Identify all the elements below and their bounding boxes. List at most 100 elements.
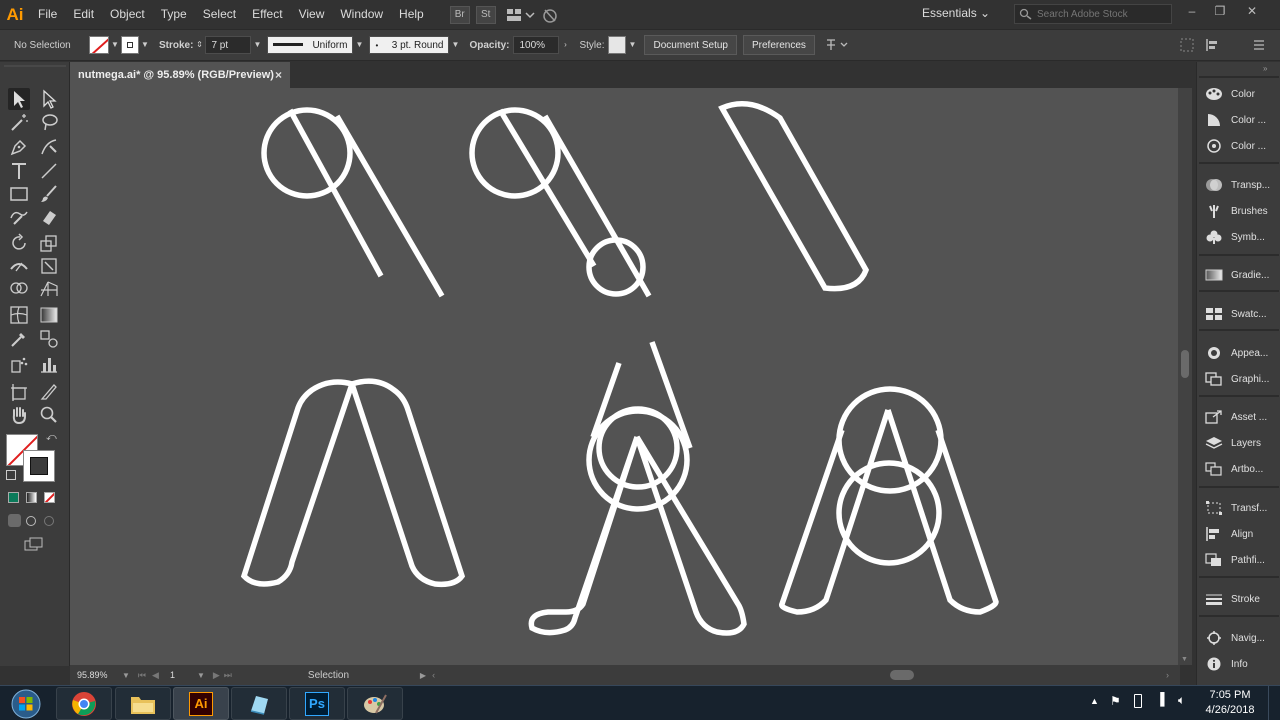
system-clock[interactable]: 7:05 PM 4/26/2018: [1200, 688, 1260, 718]
taskbar-illustrator[interactable]: Ai: [173, 687, 229, 720]
magic-wand-tool-icon[interactable]: [8, 111, 30, 133]
scroll-right-icon[interactable]: ›: [1166, 670, 1169, 680]
menu-view[interactable]: View: [291, 0, 333, 29]
panel-navigator[interactable]: Navig...: [1197, 626, 1280, 650]
panel-symbols[interactable]: Symb...: [1197, 225, 1280, 249]
panel-swatches[interactable]: Swatc...: [1197, 302, 1280, 326]
adobe-stock-search[interactable]: [1014, 4, 1172, 24]
free-transform-tool-icon[interactable]: [38, 255, 60, 277]
vertical-scrollbar[interactable]: ▼: [1178, 88, 1192, 665]
scale-tool-icon[interactable]: [38, 232, 60, 254]
search-input[interactable]: [1037, 8, 1167, 20]
panel-menu-icon[interactable]: [1252, 38, 1266, 52]
scroll-down-icon[interactable]: ▼: [1181, 656, 1188, 663]
width-tool-icon[interactable]: [8, 255, 30, 277]
line-segment-tool-icon[interactable]: [38, 160, 60, 182]
none-mode-icon[interactable]: [44, 492, 55, 503]
panel-layers[interactable]: Layers: [1197, 431, 1280, 455]
panel-stroke[interactable]: Stroke: [1197, 587, 1280, 611]
menu-edit[interactable]: Edit: [65, 0, 102, 29]
letter-lambda[interactable]: [240, 378, 466, 588]
panel-info[interactable]: Info: [1197, 652, 1280, 676]
vertical-scroll-thumb[interactable]: [1181, 350, 1189, 378]
profile-dropdown[interactable]: ▼: [353, 36, 365, 54]
arrange-documents-icon[interactable]: [506, 6, 536, 24]
letter-a-construction[interactable]: [528, 341, 747, 636]
taskbar-photoshop[interactable]: Ps: [289, 687, 345, 720]
workspace-switcher[interactable]: Essentials ⌄: [922, 6, 990, 20]
network-icon[interactable]: ▐: [1156, 692, 1165, 706]
align-controls-icon[interactable]: [1180, 38, 1194, 52]
stroke-dropdown[interactable]: ▼: [139, 36, 151, 54]
stroke-color-box[interactable]: [23, 450, 55, 482]
fill-dropdown[interactable]: ▼: [109, 36, 121, 54]
default-fill-stroke-icon[interactable]: [6, 470, 16, 480]
swap-fill-stroke-icon[interactable]: ⤺: [46, 432, 57, 443]
taskbar-explorer[interactable]: [115, 687, 171, 720]
panel-align[interactable]: Align: [1197, 522, 1280, 546]
slice-tool-icon[interactable]: [38, 381, 60, 403]
draw-behind-icon[interactable]: [26, 516, 36, 526]
paintbrush-tool-icon[interactable]: [38, 183, 60, 205]
blend-tool-icon[interactable]: [38, 328, 60, 350]
lasso-tool-icon[interactable]: [38, 111, 60, 133]
selection-tool-icon[interactable]: [8, 88, 30, 110]
taskbar-notes[interactable]: [231, 687, 287, 720]
perspective-grid-tool-icon[interactable]: [38, 278, 60, 300]
symbol-sprayer-tool-icon[interactable]: [8, 353, 30, 375]
status-menu-icon[interactable]: ▶: [420, 671, 426, 680]
battery-icon[interactable]: [1134, 694, 1142, 708]
zoom-tool-icon[interactable]: [38, 404, 60, 426]
panel-color-guide[interactable]: Color ...: [1197, 108, 1280, 132]
menu-file[interactable]: File: [30, 0, 65, 29]
restore-button[interactable]: ❐: [1208, 2, 1232, 20]
screen-mode-icon[interactable]: [24, 537, 44, 551]
show-desktop-button[interactable]: [1268, 686, 1280, 720]
close-tab-icon[interactable]: ×: [275, 68, 282, 82]
stroke-stepper[interactable]: ⇕: [193, 36, 205, 54]
stroke-swatch[interactable]: [121, 36, 139, 54]
variable-width-profile[interactable]: Uniform: [267, 36, 354, 54]
horizontal-scroll-thumb[interactable]: [890, 670, 914, 680]
rotate-tool-icon[interactable]: [8, 232, 30, 254]
brush-definition[interactable]: • 3 pt. Round: [369, 36, 450, 54]
stock-button[interactable]: St: [475, 5, 496, 24]
bridge-button[interactable]: Br: [449, 5, 470, 24]
gradient-tool-icon[interactable]: [38, 304, 60, 326]
panel-color[interactable]: Color: [1197, 82, 1280, 106]
draw-normal-icon[interactable]: [8, 514, 21, 527]
sketch-circle-lines[interactable]: [261, 107, 445, 298]
stroke-weight-dropdown[interactable]: ▼: [251, 36, 263, 54]
graphic-style-swatch[interactable]: [608, 36, 627, 54]
sketch-rounded-stroke[interactable]: [718, 101, 870, 292]
letter-a-double-circle[interactable]: [779, 386, 999, 615]
next-artboard-icon[interactable]: ▶: [213, 670, 220, 681]
menu-help[interactable]: Help: [391, 0, 432, 29]
zoom-level[interactable]: 95.89%: [72, 668, 120, 682]
tray-expand-icon[interactable]: ▲: [1090, 696, 1099, 706]
prev-artboard-icon[interactable]: ◀: [152, 670, 159, 681]
document-setup-button[interactable]: Document Setup: [644, 35, 737, 55]
fill-swatch[interactable]: [89, 36, 109, 54]
minimize-button[interactable]: –: [1180, 2, 1204, 20]
curvature-tool-icon[interactable]: [38, 136, 60, 158]
scroll-left-icon[interactable]: ‹: [432, 670, 435, 680]
gradient-mode-icon[interactable]: [26, 492, 37, 503]
volume-icon[interactable]: 🔈︎: [1178, 693, 1185, 708]
artboard-canvas[interactable]: [70, 88, 1178, 665]
eraser-tool-icon[interactable]: [38, 206, 60, 228]
artboard-number[interactable]: 1: [164, 668, 197, 682]
start-button[interactable]: [6, 687, 46, 720]
panel-transform[interactable]: Transf...: [1197, 496, 1280, 520]
menu-window[interactable]: Window: [332, 0, 391, 29]
fill-stroke-swatches[interactable]: ⤺: [6, 432, 58, 484]
action-center-icon[interactable]: ⚑: [1110, 694, 1121, 708]
color-mode-icon[interactable]: [8, 492, 19, 503]
align-panel-icon[interactable]: [1205, 38, 1223, 52]
mesh-tool-icon[interactable]: [8, 304, 30, 326]
document-tab[interactable]: nutmega.ai* @ 95.89% (RGB/Preview) ×: [70, 62, 290, 88]
sketch-two-circles[interactable]: [469, 107, 652, 298]
last-artboard-icon[interactable]: ⏭: [224, 670, 232, 681]
rectangle-tool-icon[interactable]: [8, 183, 30, 205]
brush-dropdown[interactable]: ▼: [449, 36, 461, 54]
